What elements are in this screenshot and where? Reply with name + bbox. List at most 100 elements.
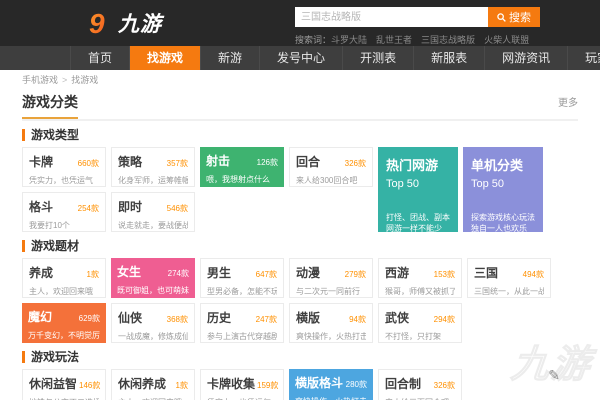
card-header: 仙侠368款	[118, 309, 188, 326]
breadcrumb-item[interactable]: 找游戏	[71, 75, 98, 85]
category-card[interactable]: 动漫279款与二次元一同前行	[289, 258, 373, 298]
site-header: 9 九游 搜索 搜索词：斗罗大陆乱世王者三国志战略版火柴人联盟	[0, 0, 600, 46]
site-logo[interactable]: 9 九游	[88, 8, 162, 38]
nav-item-新服表[interactable]: 新服表	[413, 46, 484, 70]
category-groups: 游戏类型卡牌660款凭实力，也凭运气策略357款化身军师，运筹帷幄射击126款喂…	[22, 129, 578, 400]
category-card[interactable]: 休闲养成1款主人，欢迎回来哦	[111, 369, 195, 400]
group-body: 养成 1款主人，欢迎回来哦 女生274款既可御姐，也可萌妹男生647款型男必备，怎能…	[22, 258, 578, 343]
category-group: 游戏题材养成1款主人，欢迎回来哦女生274款既可御姐，也可萌妹男生647款型男必…	[22, 240, 578, 343]
category-card[interactable]: 武侠294款不打怪，只打架	[378, 303, 462, 343]
category-name: 女生	[117, 263, 141, 280]
breadcrumb-separator: >	[62, 75, 67, 85]
hot-search-word[interactable]: 火柴人联盟	[484, 35, 529, 45]
category-card[interactable]: 即时546款说走就走，要战便战	[111, 192, 195, 232]
category-card[interactable]: 历史247款参与上演古代穿越剧	[200, 303, 284, 343]
category-count: 294款	[434, 314, 455, 325]
category-name: 回合	[296, 153, 320, 170]
category-count: 247款	[256, 314, 277, 325]
category-card[interactable]: 仙侠368款一战成魔，修炼成仙	[111, 303, 195, 343]
category-desc: 我要打10个	[29, 220, 99, 231]
category-desc: 万千变幻，不明觉厉	[28, 330, 100, 341]
edit-pencil-icon[interactable]: ✎	[548, 367, 560, 384]
category-count: 546款	[167, 203, 188, 214]
category-desc: 型男必备，怎能不玩	[207, 286, 277, 297]
category-desc: 说走就走，要战便战	[118, 220, 188, 231]
nav-item-发号中心[interactable]: 发号中心	[259, 46, 342, 70]
featured-card[interactable]: 热门网游Top 50打怪、团战、副本网游一样不能少	[378, 147, 458, 232]
card-header: 魔幻629款	[28, 308, 100, 325]
category-name: 武侠	[385, 309, 409, 326]
category-card[interactable]: 养成 1款主人，欢迎回来哦	[22, 258, 106, 298]
category-name: 格斗	[29, 198, 53, 215]
search-input[interactable]	[295, 7, 488, 27]
category-name: 休闲养成	[118, 375, 166, 392]
hot-search-word[interactable]: 斗罗大陆	[331, 35, 367, 45]
card-header: 三国494款	[474, 264, 544, 281]
featured-lines: 探索游戏核心玩法独自一人也欢乐	[471, 212, 535, 232]
category-count: 357款	[167, 158, 188, 169]
breadcrumb: 手机游戏 > 找游戏	[0, 70, 600, 90]
hot-search-word[interactable]: 乱世王者	[376, 35, 412, 45]
card-header: 历史247款	[207, 309, 277, 326]
category-name: 回合制	[385, 375, 421, 392]
category-count: 629款	[79, 313, 100, 324]
nine-game-logo-icon: 9	[88, 9, 114, 37]
category-card[interactable]: 横版94款爽快操作，火热打击	[289, 303, 373, 343]
card-header: 策略357款	[118, 153, 188, 170]
category-name: 动漫	[296, 264, 320, 281]
category-name: 卡牌收集	[207, 375, 255, 392]
category-count: 153款	[434, 269, 455, 280]
category-name: 养成	[29, 264, 53, 281]
category-card[interactable]: 卡牌收集159款凭实力，也凭运气	[200, 369, 284, 400]
category-count: 368款	[167, 314, 188, 325]
category-card[interactable]: 男生647款型男必备，怎能不玩	[200, 258, 284, 298]
category-card[interactable]: 回合326款来人给300回合吧	[289, 147, 373, 187]
nav-item-找游戏[interactable]: 找游戏	[129, 46, 200, 70]
nav-item-网游资讯[interactable]: 网游资讯	[484, 46, 567, 70]
more-link[interactable]: 更多	[558, 94, 578, 109]
category-card[interactable]: 女生274款既可御姐，也可萌妹	[111, 258, 195, 298]
category-card[interactable]: 三国494款三国统一，从此一战	[467, 258, 551, 298]
search-area: 搜索 搜索词：斗罗大陆乱世王者三国志战略版火柴人联盟	[295, 7, 540, 46]
category-name: 休闲益智	[29, 375, 77, 392]
group-body: 卡牌660款凭实力，也凭运气策略357款化身军师，运筹帷幄射击126款喂，我想射…	[22, 147, 578, 232]
card-header: 横版格斗280款	[295, 374, 367, 391]
category-count: 1款	[87, 269, 99, 280]
card-header: 回合制 326款	[385, 375, 455, 392]
featured-line: 探索游戏核心玩法	[471, 212, 535, 223]
category-desc: 化身军师，运筹帷幄	[118, 175, 188, 186]
card-header: 格斗254款	[29, 198, 99, 215]
category-group: 游戏玩法休闲益智146款地铁与公交不二选择休闲养成1款主人，欢迎回来哦卡牌收集1…	[22, 351, 578, 400]
category-card[interactable]: 西游153款猴哥，师傅又被抓了	[378, 258, 462, 298]
group-title: 游戏类型	[22, 129, 578, 141]
hot-search-word[interactable]: 三国志战略版	[421, 35, 475, 45]
breadcrumb-item[interactable]: 手机游戏	[22, 75, 58, 85]
card-header: 武侠 294款	[385, 309, 455, 326]
category-count: 326款	[434, 380, 455, 391]
category-desc: 三国统一，从此一战	[474, 286, 544, 297]
page: 9 九游 搜索 搜索词：斗罗大陆乱世王者三国志战略版火柴人联盟 首页找游戏新游发…	[0, 0, 600, 400]
category-card[interactable]: 策略357款化身军师，运筹帷幄	[111, 147, 195, 187]
category-card[interactable]: 横版格斗280款爽快操作，火热打击	[289, 369, 373, 400]
featured-top-label: Top 50	[386, 178, 450, 190]
category-card[interactable]: 射击126款喂，我想射点什么	[200, 147, 284, 187]
featured-card[interactable]: 单机分类Top 50探索游戏核心玩法独自一人也欢乐	[463, 147, 543, 232]
card-grid: 卡牌660款凭实力，也凭运气策略357款化身军师，运筹帷幄射击126款喂，我想射…	[22, 147, 373, 232]
category-card[interactable]: 魔幻629款万千变幻，不明觉厉	[22, 303, 106, 343]
category-count: 660款	[78, 158, 99, 169]
card-grid: 休闲益智146款地铁与公交不二选择休闲养成1款主人，欢迎回来哦卡牌收集159款凭…	[22, 369, 462, 400]
category-desc: 一战成魔，修炼成仙	[118, 331, 188, 342]
category-card[interactable]: 回合制326款来人给三百回合吧	[378, 369, 462, 400]
category-count: 494款	[523, 269, 544, 280]
category-card[interactable]: 卡牌660款凭实力，也凭运气	[22, 147, 106, 187]
nav-item-开测表[interactable]: 开测表	[342, 46, 413, 70]
nav-item-新游[interactable]: 新游	[200, 46, 259, 70]
nav-item-首页[interactable]: 首页	[70, 46, 129, 70]
category-desc: 爽快操作，火热打击	[296, 331, 366, 342]
search-button[interactable]: 搜索	[488, 7, 540, 27]
nav-item-玩家论坛[interactable]: 玩家论坛	[567, 46, 600, 70]
category-desc: 凭实力，也凭运气	[29, 175, 99, 186]
category-card[interactable]: 休闲益智146款地铁与公交不二选择	[22, 369, 106, 400]
category-card[interactable]: 格斗254款我要打10个	[22, 192, 106, 232]
category-desc: 主人，欢迎回来哦	[29, 286, 99, 297]
